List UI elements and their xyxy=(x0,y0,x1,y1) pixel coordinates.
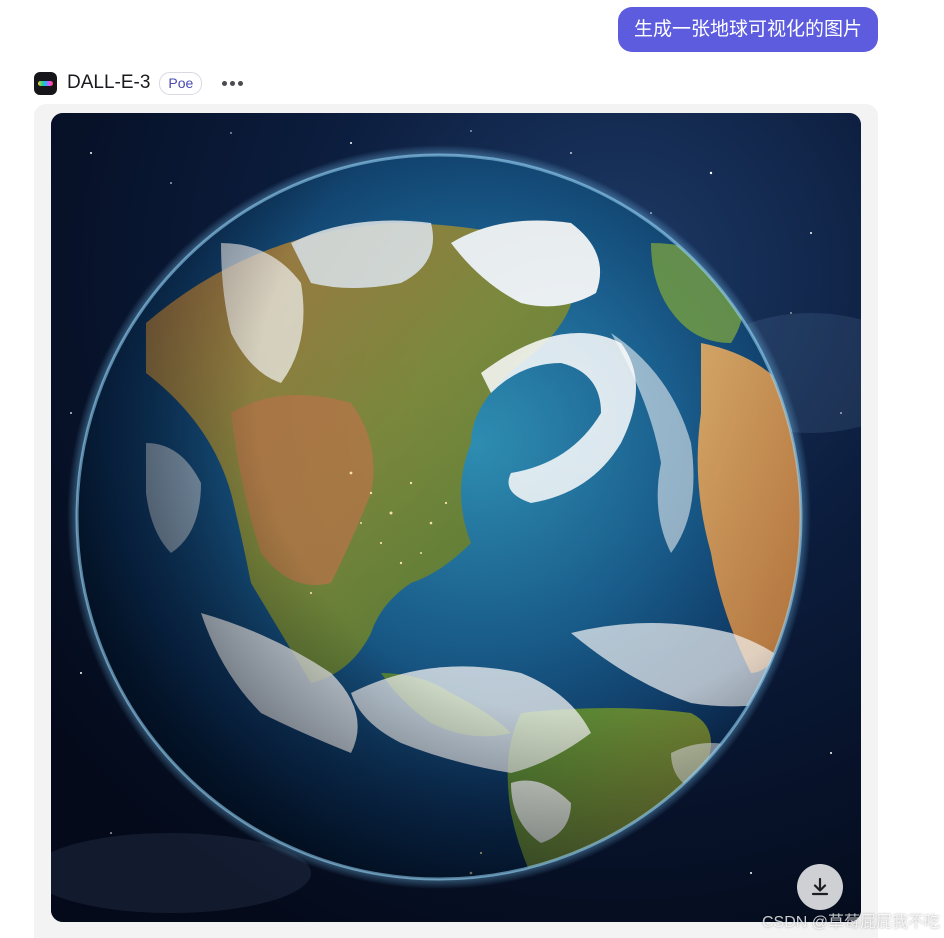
more-dots-icon[interactable] xyxy=(222,73,244,93)
csdn-watermark: CSDN @草莓屁屁我不吃 xyxy=(761,914,940,931)
dalle-avatar-icon[interactable] xyxy=(34,71,57,95)
chat-page: 生成一张地球可视化的图片 DALL-E-3 Poe CSDN @草莓屁屁我不吃 xyxy=(0,0,944,938)
user-message-bubble: 生成一张地球可视化的图片 xyxy=(617,7,878,52)
image-card xyxy=(34,104,878,938)
bot-name[interactable]: DALL-E-3 xyxy=(67,72,150,94)
download-icon[interactable] xyxy=(797,864,843,910)
poe-badge: Poe xyxy=(159,71,203,95)
bot-header: DALL-E-3 Poe xyxy=(34,70,244,96)
earth-globe-image[interactable] xyxy=(51,113,861,922)
